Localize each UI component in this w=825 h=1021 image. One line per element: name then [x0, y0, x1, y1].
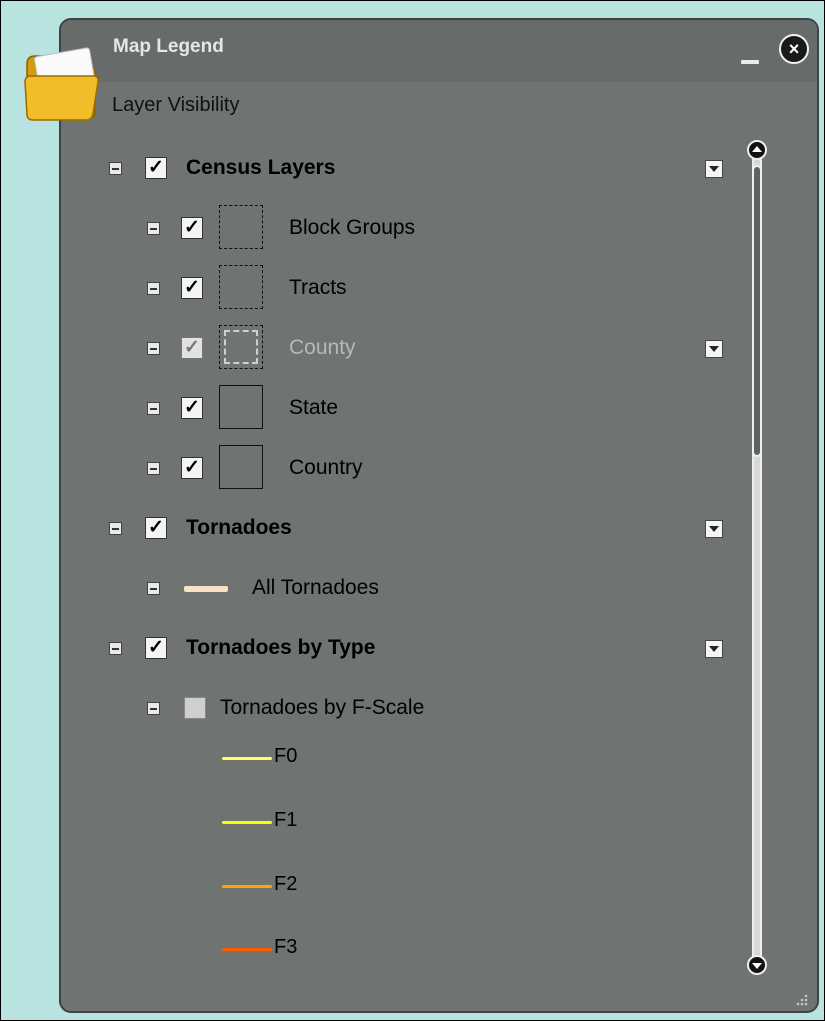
collapse-icon[interactable]: [147, 702, 160, 715]
checkbox-census-layers[interactable]: ✓: [145, 157, 167, 179]
scale-label: F3: [274, 936, 298, 958]
scale-line-f2: [222, 885, 272, 888]
collapse-icon[interactable]: [109, 522, 122, 535]
dropdown-arrow-icon[interactable]: [705, 520, 723, 538]
polygon-swatch: [219, 265, 263, 309]
layer-label: State: [289, 396, 339, 419]
layer-label: Block Groups: [289, 216, 416, 239]
collapse-icon[interactable]: [109, 162, 122, 175]
checkbox-state[interactable]: ✓: [181, 397, 203, 419]
scale-label: F2: [274, 873, 298, 895]
folder-icon: [24, 47, 99, 121]
scrollbar-thumb[interactable]: [752, 165, 762, 457]
layer-visibility-heading: Layer Visibility: [112, 94, 240, 116]
resize-grip-icon[interactable]: [790, 990, 810, 1010]
polygon-swatch-inner: [224, 330, 258, 364]
layer-label: All Tornadoes: [252, 576, 379, 599]
dropdown-arrow-icon[interactable]: [705, 640, 723, 658]
scale-label: F0: [274, 745, 298, 767]
group-label: Census Layers: [186, 156, 336, 179]
minimize-icon[interactable]: [741, 60, 759, 64]
scale-line-f1: [222, 821, 272, 824]
checkbox-tornadoes-by-type[interactable]: ✓: [145, 637, 167, 659]
group-label: Tornadoes by Type: [186, 636, 376, 659]
line-swatch: [184, 586, 228, 592]
checkbox-tracts[interactable]: ✓: [181, 277, 203, 299]
title-bar[interactable]: Map Legend ×: [61, 20, 817, 82]
polygon-swatch: [219, 385, 263, 429]
scale-label: F1: [274, 809, 298, 831]
dropdown-arrow-icon[interactable]: [705, 340, 723, 358]
collapse-icon[interactable]: [147, 402, 160, 415]
window-title: Map Legend: [113, 36, 224, 57]
checkbox-county[interactable]: ✓: [181, 337, 203, 359]
scale-line-f0: [222, 757, 272, 760]
scroll-down-icon[interactable]: [747, 955, 767, 975]
layer-label: Tracts: [289, 276, 347, 299]
collapse-icon[interactable]: [147, 462, 160, 475]
collapse-icon[interactable]: [147, 342, 160, 355]
checkbox-block-groups[interactable]: ✓: [181, 217, 203, 239]
polygon-swatch: [219, 445, 263, 489]
group-label: Tornadoes: [186, 516, 292, 539]
scale-line-f3: [222, 948, 272, 951]
collapse-icon[interactable]: [147, 282, 160, 295]
close-icon[interactable]: ×: [779, 34, 809, 64]
polygon-swatch: [219, 205, 263, 249]
collapse-icon[interactable]: [109, 642, 122, 655]
checkbox-country[interactable]: ✓: [181, 457, 203, 479]
dropdown-arrow-icon[interactable]: [705, 160, 723, 178]
checkbox-f-scale[interactable]: [184, 697, 206, 719]
layer-label: County: [289, 336, 356, 359]
checkbox-tornadoes[interactable]: ✓: [145, 517, 167, 539]
scroll-up-icon[interactable]: [747, 140, 767, 160]
layer-label: Country: [289, 456, 363, 479]
collapse-icon[interactable]: [147, 222, 160, 235]
layer-label: Tornadoes by F-Scale: [220, 696, 425, 719]
collapse-icon[interactable]: [147, 582, 160, 595]
